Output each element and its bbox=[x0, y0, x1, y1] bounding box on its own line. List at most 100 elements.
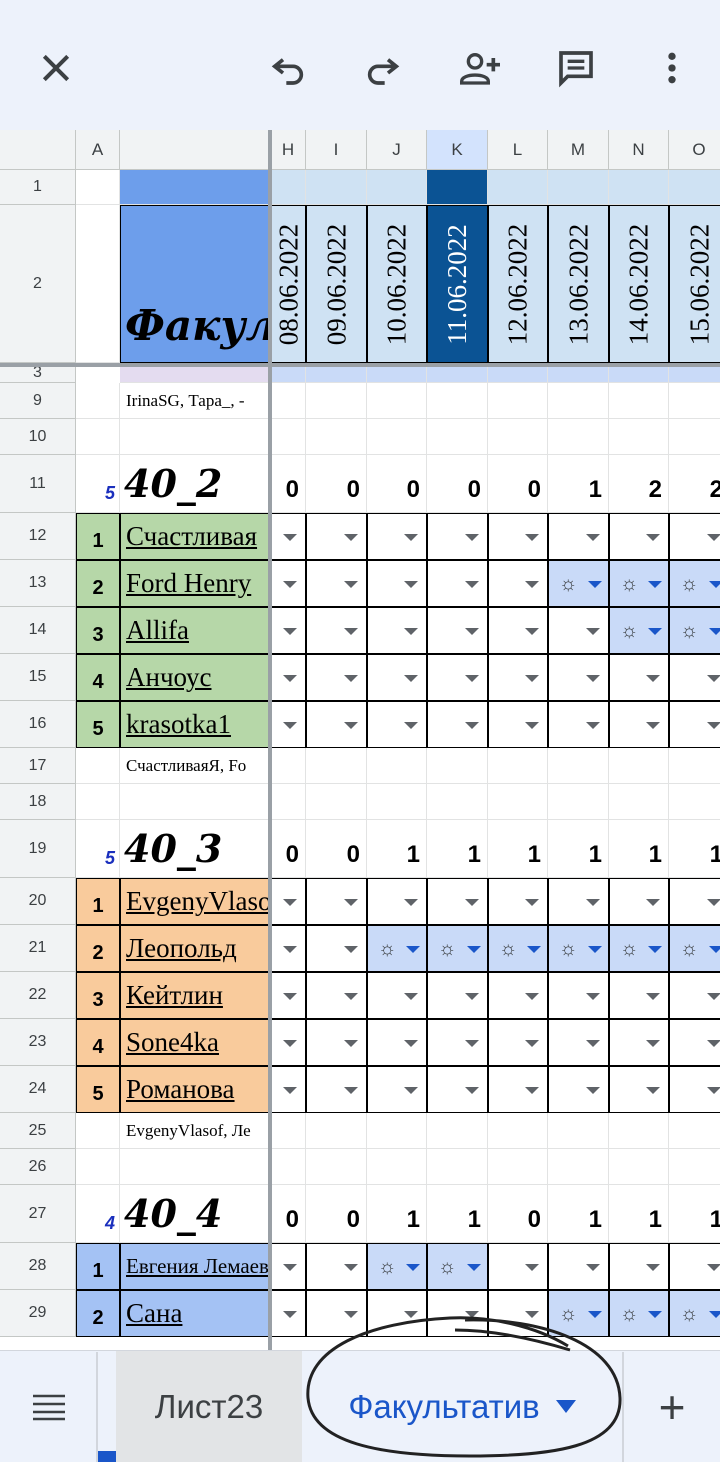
date-header-cell[interactable]: 10.06.2022 bbox=[367, 205, 427, 363]
cell[interactable] bbox=[367, 383, 427, 419]
attendance-dropdown-cell[interactable] bbox=[548, 1066, 609, 1113]
chevron-down-icon[interactable] bbox=[586, 1086, 600, 1094]
attendance-dropdown-cell[interactable] bbox=[548, 701, 609, 748]
attendance-dropdown-cell[interactable] bbox=[669, 972, 720, 1019]
comment-icon[interactable] bbox=[548, 40, 604, 96]
chevron-down-icon[interactable] bbox=[404, 533, 418, 541]
chevron-down-icon[interactable] bbox=[707, 1086, 720, 1094]
chevron-down-icon[interactable] bbox=[467, 1263, 481, 1271]
attendance-dropdown-cell[interactable] bbox=[609, 513, 669, 560]
cell[interactable] bbox=[427, 1149, 488, 1185]
cell[interactable] bbox=[548, 419, 609, 455]
member-index[interactable]: 4 bbox=[76, 1019, 120, 1066]
chevron-down-icon[interactable] bbox=[588, 580, 602, 588]
frozen-column-divider[interactable] bbox=[268, 130, 272, 1350]
chevron-down-icon[interactable] bbox=[525, 674, 539, 682]
attendance-dropdown-cell[interactable] bbox=[306, 701, 367, 748]
attendance-dropdown-cell[interactable] bbox=[488, 1243, 548, 1290]
chevron-down-icon[interactable] bbox=[344, 898, 358, 906]
attendance-dropdown-cell[interactable] bbox=[306, 972, 367, 1019]
attendance-dropdown-cell[interactable] bbox=[548, 513, 609, 560]
chevron-down-icon[interactable] bbox=[283, 721, 297, 729]
date-header-cell[interactable]: 15.06.2022 bbox=[669, 205, 720, 363]
chevron-down-icon[interactable] bbox=[465, 1039, 479, 1047]
cell[interactable] bbox=[609, 1149, 669, 1185]
date-strip-cell[interactable] bbox=[271, 170, 306, 205]
chevron-down-icon[interactable] bbox=[283, 533, 297, 541]
names-summary-cell[interactable]: СчастливаяЯ, Fo bbox=[120, 748, 271, 784]
add-person-icon[interactable] bbox=[452, 40, 508, 96]
add-sheet-button[interactable]: + bbox=[624, 1351, 720, 1462]
chevron-down-icon[interactable] bbox=[588, 945, 602, 953]
date-strip-cell[interactable] bbox=[548, 170, 609, 205]
column-header-b[interactable] bbox=[120, 130, 271, 170]
cell[interactable] bbox=[427, 748, 488, 784]
daily-sum[interactable]: 1 bbox=[609, 820, 669, 878]
member-name[interactable]: Леопольд bbox=[120, 925, 271, 972]
attendance-dropdown-cell[interactable]: ☼ bbox=[609, 560, 669, 607]
attendance-dropdown-cell[interactable] bbox=[427, 972, 488, 1019]
cell[interactable] bbox=[271, 383, 306, 419]
daily-sum[interactable]: 1 bbox=[427, 820, 488, 878]
row-number[interactable]: 13 bbox=[0, 560, 76, 607]
attendance-dropdown-cell[interactable] bbox=[548, 1019, 609, 1066]
member-name[interactable]: Евгения Лемаева bbox=[120, 1243, 271, 1290]
attendance-dropdown-cell[interactable] bbox=[488, 878, 548, 925]
chevron-down-icon[interactable] bbox=[283, 1086, 297, 1094]
cell[interactable] bbox=[76, 419, 120, 455]
attendance-dropdown-cell[interactable] bbox=[367, 654, 427, 701]
attendance-dropdown-cell[interactable] bbox=[306, 513, 367, 560]
chevron-down-icon[interactable] bbox=[406, 1263, 420, 1271]
attendance-dropdown-cell[interactable] bbox=[367, 701, 427, 748]
cell[interactable] bbox=[271, 419, 306, 455]
chevron-down-icon[interactable] bbox=[709, 1310, 720, 1318]
attendance-dropdown-cell[interactable] bbox=[271, 607, 306, 654]
member-index[interactable]: 2 bbox=[76, 925, 120, 972]
date-header-cell[interactable]: 11.06.2022 bbox=[427, 205, 488, 363]
member-index[interactable]: 3 bbox=[76, 607, 120, 654]
chevron-down-icon[interactable] bbox=[646, 898, 660, 906]
member-name[interactable]: Кейтлин bbox=[120, 972, 271, 1019]
daily-sum[interactable]: 0 bbox=[488, 1185, 548, 1243]
chevron-down-icon[interactable] bbox=[648, 627, 662, 635]
attendance-dropdown-cell[interactable] bbox=[669, 878, 720, 925]
cell[interactable] bbox=[306, 748, 367, 784]
chevron-down-icon[interactable] bbox=[588, 1310, 602, 1318]
member-index[interactable]: 4 bbox=[76, 654, 120, 701]
chevron-down-icon[interactable] bbox=[586, 1263, 600, 1271]
attendance-dropdown-cell[interactable] bbox=[271, 878, 306, 925]
chevron-down-icon[interactable] bbox=[525, 898, 539, 906]
column-header-l[interactable]: L bbox=[488, 130, 548, 170]
group-count[interactable]: 5 bbox=[76, 820, 120, 878]
chevron-down-icon[interactable] bbox=[525, 627, 539, 635]
row-number[interactable]: 29 bbox=[0, 1290, 76, 1337]
cell[interactable] bbox=[609, 1113, 669, 1149]
attendance-dropdown-cell[interactable]: ☼ bbox=[548, 560, 609, 607]
cell[interactable] bbox=[306, 1149, 367, 1185]
attendance-dropdown-cell[interactable] bbox=[367, 972, 427, 1019]
chevron-down-icon[interactable] bbox=[404, 1086, 418, 1094]
cell[interactable] bbox=[609, 748, 669, 784]
attendance-dropdown-cell[interactable] bbox=[367, 1066, 427, 1113]
chevron-down-icon[interactable] bbox=[344, 627, 358, 635]
chevron-down-icon[interactable] bbox=[648, 945, 662, 953]
names-summary-cell[interactable]: IrinaSG, Тара_, - bbox=[120, 383, 271, 419]
attendance-dropdown-cell[interactable] bbox=[609, 1066, 669, 1113]
attendance-dropdown-cell[interactable] bbox=[488, 1066, 548, 1113]
attendance-dropdown-cell[interactable] bbox=[367, 560, 427, 607]
cell[interactable] bbox=[669, 748, 720, 784]
chevron-down-icon[interactable] bbox=[344, 1086, 358, 1094]
tab-sheet-list23[interactable]: Лист23 bbox=[116, 1351, 302, 1462]
cell[interactable] bbox=[76, 170, 120, 205]
date-header-cell[interactable]: 12.06.2022 bbox=[488, 205, 548, 363]
chevron-down-icon[interactable] bbox=[586, 992, 600, 1000]
cell[interactable] bbox=[306, 1113, 367, 1149]
attendance-dropdown-cell[interactable] bbox=[427, 654, 488, 701]
chevron-down-icon[interactable] bbox=[709, 627, 720, 635]
attendance-dropdown-cell[interactable] bbox=[488, 1290, 548, 1337]
spreadsheet-grid[interactable]: A H I J K L M N O 1 2 Факул 08.06.2022 09.06.2022 10.0… bbox=[0, 130, 720, 1350]
chevron-down-icon[interactable] bbox=[707, 533, 720, 541]
chevron-down-icon[interactable] bbox=[465, 580, 479, 588]
cell[interactable] bbox=[548, 1113, 609, 1149]
attendance-dropdown-cell[interactable] bbox=[306, 607, 367, 654]
